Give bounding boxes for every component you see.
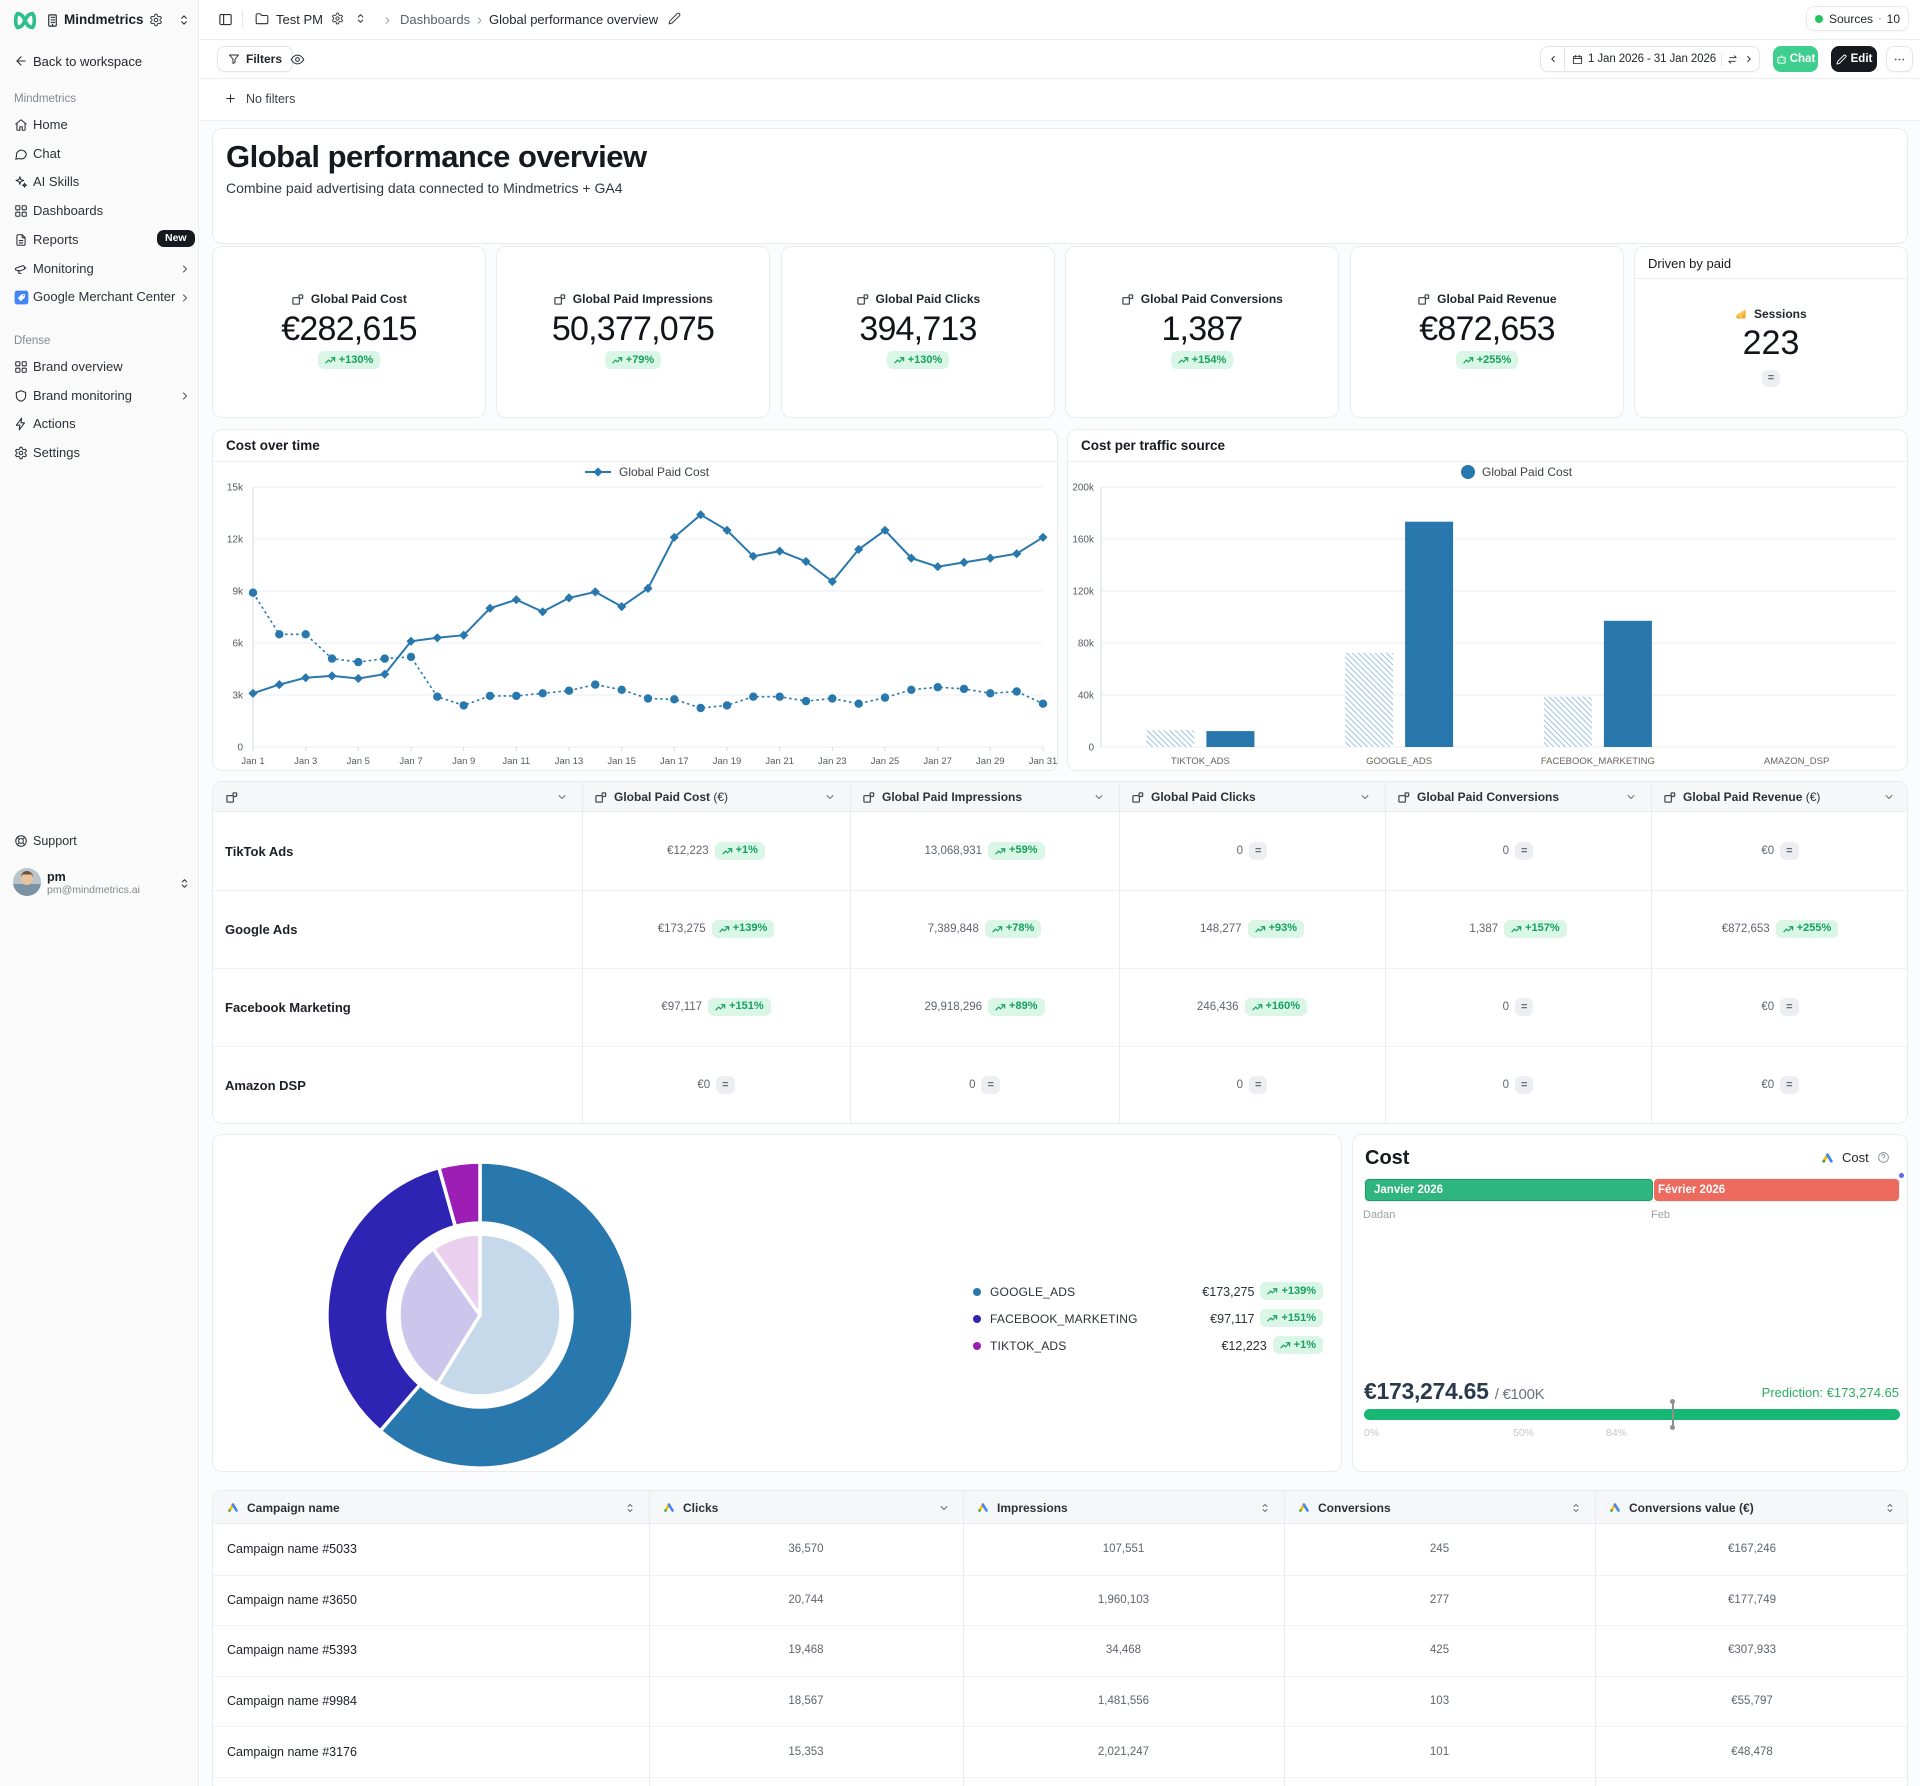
svg-text:9k: 9k xyxy=(232,587,244,598)
svg-text:160k: 160k xyxy=(1072,535,1095,546)
svg-text:15k: 15k xyxy=(227,483,244,494)
svg-text:Jan 1: Jan 1 xyxy=(241,756,264,767)
svg-text:Jan 23: Jan 23 xyxy=(818,756,847,767)
svg-text:200k: 200k xyxy=(1072,483,1095,494)
svg-text:Jan 9: Jan 9 xyxy=(452,756,475,767)
svg-text:Jan 25: Jan 25 xyxy=(871,756,900,767)
svg-text:AMAZON_DSP: AMAZON_DSP xyxy=(1764,756,1829,767)
svg-text:Jan 27: Jan 27 xyxy=(923,756,952,767)
svg-text:12k: 12k xyxy=(227,535,244,546)
svg-text:0: 0 xyxy=(1088,743,1094,754)
svg-text:3k: 3k xyxy=(232,691,244,702)
svg-text:40k: 40k xyxy=(1078,691,1095,702)
svg-text:Jan 3: Jan 3 xyxy=(294,756,317,767)
svg-text:80k: 80k xyxy=(1078,639,1095,650)
svg-text:0: 0 xyxy=(237,743,243,754)
svg-text:Jan 5: Jan 5 xyxy=(347,756,370,767)
svg-text:Jan 15: Jan 15 xyxy=(607,756,636,767)
svg-text:120k: 120k xyxy=(1072,587,1095,598)
svg-text:Jan 31: Jan 31 xyxy=(1029,756,1058,767)
svg-text:Jan 13: Jan 13 xyxy=(555,756,584,767)
svg-text:Jan 17: Jan 17 xyxy=(660,756,689,767)
svg-text:Jan 29: Jan 29 xyxy=(976,756,1005,767)
svg-text:Global Paid Cost: Global Paid Cost xyxy=(619,465,710,479)
svg-text:GOOGLE_ADS: GOOGLE_ADS xyxy=(1366,756,1432,767)
svg-text:6k: 6k xyxy=(232,639,244,650)
svg-text:Jan 19: Jan 19 xyxy=(713,756,742,767)
svg-text:TIKTOK_ADS: TIKTOK_ADS xyxy=(1171,756,1230,767)
svg-text:Jan 21: Jan 21 xyxy=(765,756,794,767)
svg-text:FACEBOOK_MARKETING: FACEBOOK_MARKETING xyxy=(1541,756,1655,767)
svg-text:Global Paid Cost: Global Paid Cost xyxy=(1482,465,1573,479)
svg-text:Jan 7: Jan 7 xyxy=(399,756,422,767)
svg-text:Jan 11: Jan 11 xyxy=(502,756,530,767)
